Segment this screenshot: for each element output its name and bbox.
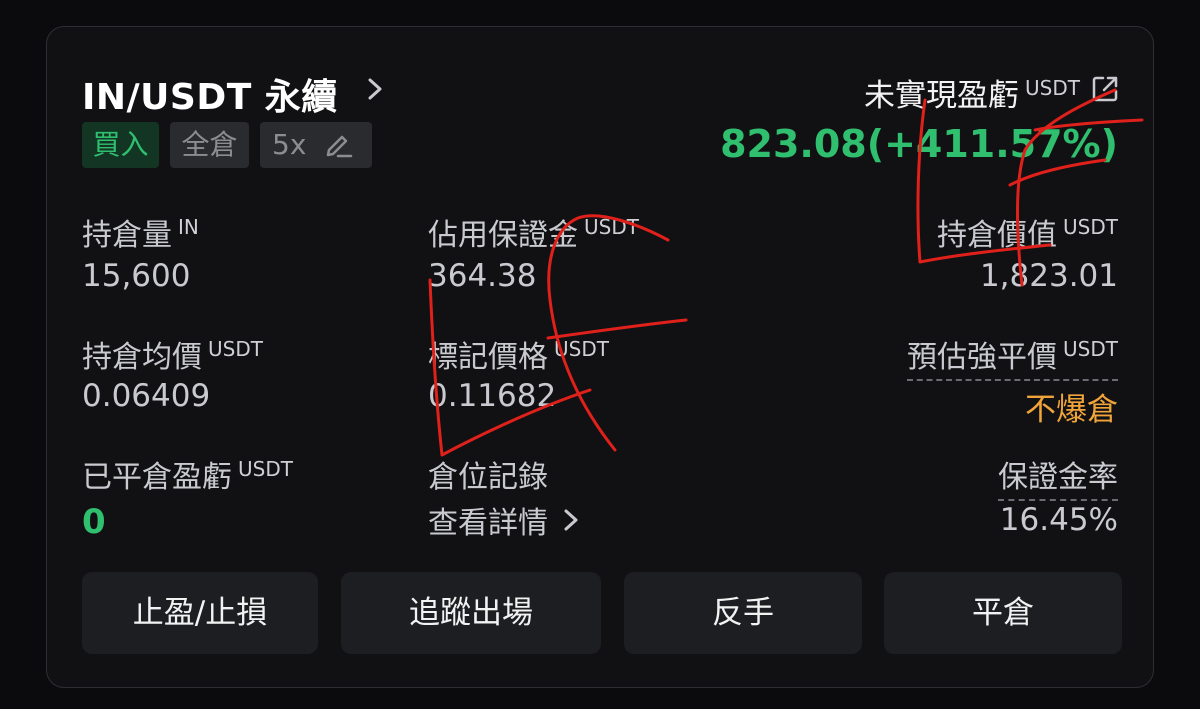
unit-label: USDT <box>1025 75 1080 100</box>
realized-pnl-value: 0 <box>82 502 106 542</box>
side-badge: 買入 <box>82 122 159 168</box>
unrealized-pnl-value: 823.08(+411.57%) <box>720 122 1118 166</box>
position-value-value: 1,823.01 <box>979 258 1118 294</box>
chevron-right-icon[interactable] <box>362 74 388 104</box>
tp-sl-button[interactable]: 止盈/止損 <box>82 572 318 654</box>
position-size-label: 持倉量 IN <box>82 215 199 253</box>
margin-ratio-label[interactable]: 保證金率 <box>998 452 1118 501</box>
edit-pencil-icon[interactable] <box>324 132 354 158</box>
est-liq-price-label[interactable]: 預估強平價 USDT <box>907 332 1118 381</box>
external-link-icon[interactable] <box>1090 74 1120 104</box>
position-value-label: 持倉價值 USDT <box>937 215 1118 253</box>
position-history-label: 倉位記錄 <box>428 460 548 495</box>
margin-used-value: 364.38 <box>428 258 537 294</box>
margin-ratio-value: 16.45% <box>999 502 1118 538</box>
close-position-button[interactable]: 平倉 <box>884 572 1122 654</box>
mark-price-label: 標記價格 USDT <box>428 337 609 375</box>
realized-pnl-label: 已平倉盈虧 USDT <box>82 457 293 495</box>
est-liq-price-value: 不爆倉 <box>1025 392 1118 428</box>
position-size-value: 15,600 <box>82 258 191 294</box>
margin-used-label: 佔用保證金 USDT <box>428 215 639 253</box>
unrealized-pnl-label: 未實現盈虧 USDT <box>864 75 1080 114</box>
reverse-button[interactable]: 反手 <box>624 572 862 654</box>
avg-entry-label: 持倉均價 USDT <box>82 337 263 375</box>
leverage-value: 5x <box>272 128 307 161</box>
pair-title[interactable]: IN/USDT 永續 <box>82 68 338 120</box>
view-details-link[interactable]: 查看詳情 <box>428 498 584 542</box>
avg-entry-value: 0.06409 <box>82 378 211 414</box>
trailing-exit-button[interactable]: 追蹤出場 <box>341 572 601 654</box>
leverage-badge[interactable]: 5x <box>260 122 372 168</box>
chevron-right-icon <box>564 509 578 531</box>
mark-price-value: 0.11682 <box>428 378 557 414</box>
margin-mode-badge: 全倉 <box>170 122 249 168</box>
